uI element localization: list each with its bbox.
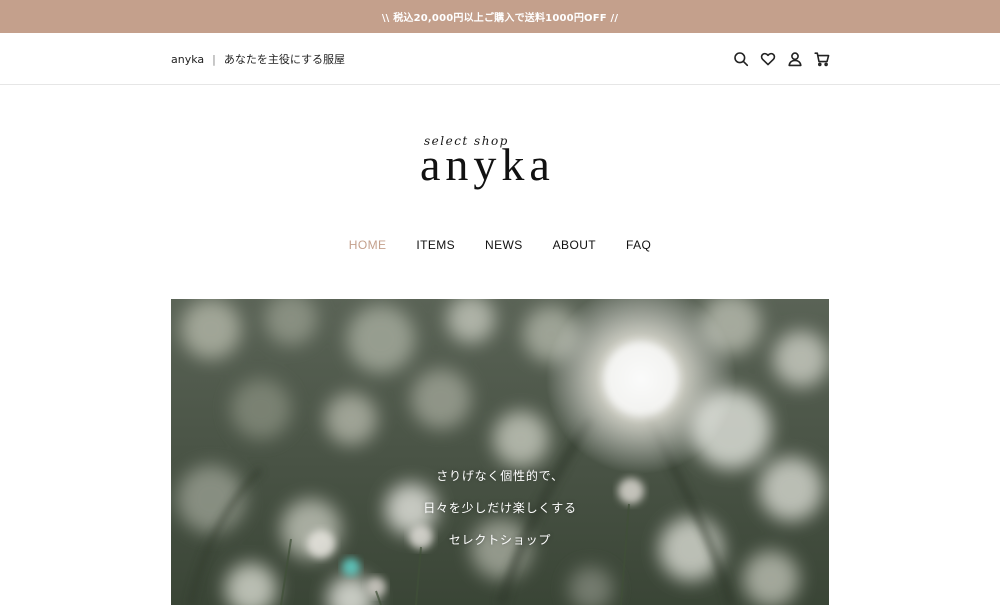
header-tagline-text: あなたを主役にする服屋 — [223, 53, 345, 66]
site-header: anyka | あなたを主役にする服屋 — [0, 33, 1000, 85]
heart-icon[interactable] — [760, 51, 776, 67]
nav-item-items[interactable]: ITEMS — [416, 238, 455, 258]
nav-item-about[interactable]: ABOUT — [553, 238, 596, 258]
hero-line: セレクトショップ — [448, 533, 552, 547]
hero-line: 日々を少しだけ楽しくする — [423, 501, 577, 515]
announcement-text: \\ 税込20,000円以上ご購入で送料1000円OFF // — [381, 13, 619, 24]
header-icons — [733, 33, 830, 85]
nav-item-faq[interactable]: FAQ — [626, 238, 651, 258]
hero-banner: さりげなく個性的で、 日々を少しだけ楽しくする セレクトショップ — [171, 299, 829, 605]
logo-wrap: select shop anyka — [420, 128, 580, 200]
site-logo[interactable]: select shop anyka — [0, 128, 1000, 208]
header-tagline: anyka | あなたを主役にする服屋 — [171, 33, 345, 85]
announcement-bar: \\ 税込20,000円以上ご購入で送料1000円OFF // — [0, 0, 1000, 33]
nav-item-home[interactable]: HOME — [349, 238, 387, 258]
hero-line: さりげなく個性的で、 — [436, 469, 564, 483]
search-icon[interactable] — [733, 51, 749, 67]
user-icon[interactable] — [787, 51, 803, 67]
header-brand: anyka — [171, 52, 205, 66]
hero-copy: さりげなく個性的で、 日々を少しだけ楽しくする セレクトショップ — [171, 469, 829, 565]
main-nav: HOME ITEMS NEWS ABOUT FAQ — [0, 238, 1000, 258]
header-separator: | — [212, 52, 216, 66]
nav-item-news[interactable]: NEWS — [485, 238, 523, 258]
cart-icon[interactable] — [814, 51, 830, 67]
logo-title: anyka — [420, 139, 555, 190]
